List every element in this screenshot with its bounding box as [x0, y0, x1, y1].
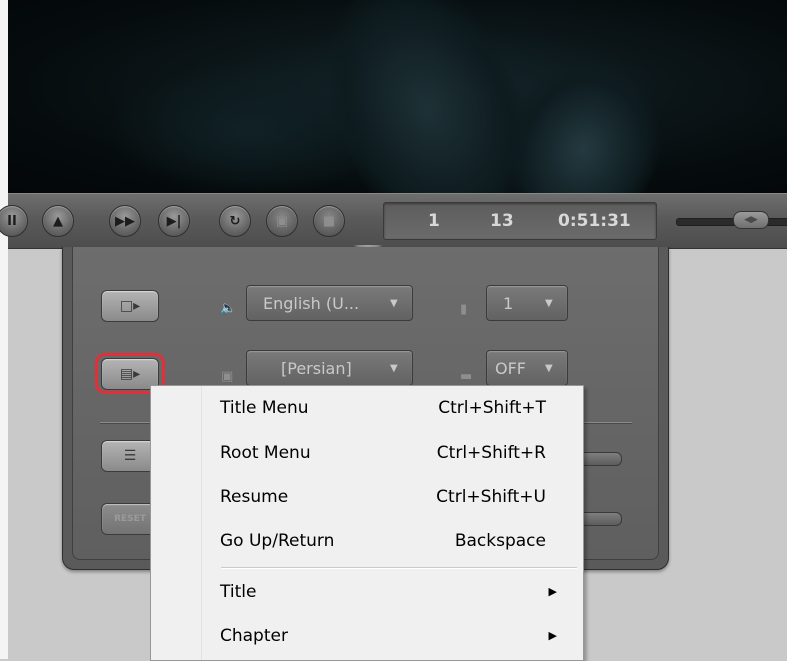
title-number: 1: [428, 211, 440, 231]
volume-icon[interactable]: ◀▶: [733, 211, 769, 229]
video-area[interactable]: [8, 0, 787, 193]
submenu-arrow-icon: ▶: [548, 585, 557, 598]
menu-icon[interactable]: ▣: [266, 205, 298, 237]
subtitle-dropdown[interactable]: [Persian] ▼: [246, 350, 413, 386]
audio-icon: 🔈: [220, 301, 237, 316]
menu-item-chapter[interactable]: Chapter ▶: [201, 614, 583, 660]
chapter-number: 13: [490, 211, 514, 231]
cc-dropdown[interactable]: OFF ▼: [486, 350, 568, 386]
fast-forward-icon[interactable]: ▶▶: [109, 205, 141, 237]
snapshot-icon[interactable]: □▸: [101, 290, 159, 322]
angle-dropdown[interactable]: 1 ▼: [486, 285, 568, 321]
stop-icon[interactable]: ■: [313, 205, 345, 237]
audio-dropdown[interactable]: English (U... ▼: [246, 285, 413, 321]
cc-icon: ▬: [460, 369, 473, 384]
time-display: 1 13 0:51:31: [383, 202, 657, 240]
menu-separator: [221, 567, 577, 569]
chevron-down-icon: ▼: [545, 297, 553, 309]
elapsed-time: 0:51:31: [558, 211, 631, 231]
repeat-icon[interactable]: ↻: [219, 205, 251, 237]
control-bar: II ▲ ▶▶ ▶| ↻ ▣ ■ 1 13 0:51:31 ◀▶: [0, 193, 787, 249]
menu-item-resume[interactable]: Resume Ctrl+Shift+U: [201, 475, 583, 521]
angle-icon: ▮: [460, 302, 468, 317]
menu-item-title-menu[interactable]: Title Menu Ctrl+Shift+T: [201, 386, 583, 432]
play-pause-icon[interactable]: II: [0, 205, 28, 237]
chevron-down-icon: ▼: [545, 362, 553, 374]
menu-item-go-up-return[interactable]: Go Up/Return Backspace: [201, 519, 583, 565]
subtitle-icon: ▣: [221, 369, 234, 384]
chevron-down-icon: ▼: [390, 362, 398, 374]
dvd-context-menu: Title Menu Ctrl+Shift+T Root Menu Ctrl+S…: [150, 385, 584, 661]
menu-item-root-menu[interactable]: Root Menu Ctrl+Shift+R: [201, 431, 583, 477]
window-edge: [0, 0, 8, 659]
volume-slider[interactable]: [676, 218, 787, 226]
chevron-down-icon: ▼: [390, 297, 398, 309]
open-icon[interactable]: ▲: [42, 205, 74, 237]
next-icon[interactable]: ▶|: [158, 205, 190, 237]
menu-item-title[interactable]: Title ▶: [201, 570, 583, 616]
submenu-arrow-icon: ▶: [548, 629, 557, 642]
